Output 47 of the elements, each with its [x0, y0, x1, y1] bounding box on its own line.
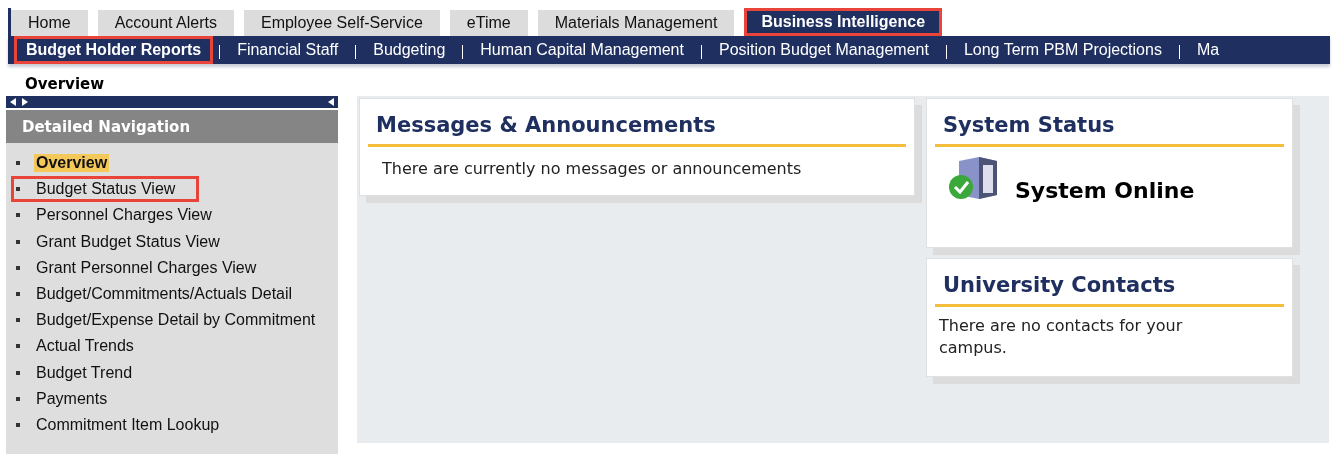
sub-nav-tab[interactable]: Financial Staff: [226, 36, 350, 64]
sub-nav-tab[interactable]: Ma: [1185, 36, 1231, 64]
bullet-icon: [16, 239, 20, 244]
sidebar-link[interactable]: Payments: [34, 389, 110, 408]
contacts-text: There are no contacts for your campus.: [938, 315, 1184, 359]
left-arrow-icon[interactable]: [328, 98, 334, 106]
nav-tab[interactable]: Employee Self-Service: [243, 10, 440, 36]
status-text: System Online: [1015, 178, 1195, 203]
scroll-bar[interactable]: [6, 96, 338, 108]
bullet-icon: [16, 422, 20, 427]
nav-tab[interactable]: Home: [11, 10, 88, 36]
sidebar-link[interactable]: Personnel Charges View: [34, 206, 214, 225]
message-text: There are currently no messages or announcements: [381, 158, 803, 180]
sidebar-link[interactable]: Grant Personnel Charges View: [34, 258, 259, 277]
bullet-icon: [16, 265, 20, 270]
bullet-icon: [16, 344, 20, 349]
sub-nav-tab[interactable]: Long Term PBM Projections: [952, 36, 1173, 64]
sidebar-link[interactable]: Commitment Item Lookup: [34, 415, 222, 434]
bullet-icon: [16, 396, 20, 401]
bullet-icon: [16, 161, 20, 166]
sidebar-header: Detailed Navigation: [6, 110, 338, 143]
nav-tab[interactable]: Business Intelligence: [744, 8, 943, 36]
sub-nav-tab[interactable]: Budget Holder Reports: [14, 36, 214, 64]
left-arrow-icon[interactable]: [10, 98, 16, 106]
sidebar-link[interactable]: Grant Budget Status View: [34, 232, 222, 251]
sidebar-link[interactable]: Budget/Commitments/Actuals Detail: [34, 285, 295, 304]
card-title: Messages & Announcements: [368, 109, 906, 147]
nav-tab[interactable]: Account Alerts: [97, 10, 234, 36]
nav-tab[interactable]: eTime: [449, 10, 528, 36]
sidebar-link[interactable]: Overview: [34, 154, 110, 173]
sidebar-link[interactable]: Budget/Expense Detail by Commitment: [34, 311, 318, 330]
card-title: University Contacts: [935, 269, 1284, 307]
sidebar-link[interactable]: Actual Trends: [34, 337, 136, 356]
bullet-icon: [16, 187, 20, 192]
sub-nav-tab[interactable]: Human Capital Management: [469, 36, 695, 64]
sub-nav-tab[interactable]: Position Budget Management: [707, 36, 940, 64]
right-arrow-icon[interactable]: [22, 98, 28, 106]
page-title: Overview: [25, 75, 106, 92]
bullet-icon: [16, 318, 20, 323]
nav-tab[interactable]: Materials Management: [537, 10, 735, 36]
bullet-icon: [16, 292, 20, 297]
sidebar-link[interactable]: Budget Trend: [34, 363, 135, 382]
bullet-icon: [16, 370, 20, 375]
sidebar-link[interactable]: Budget Status View: [34, 180, 178, 199]
bullet-icon: [16, 213, 20, 218]
sub-nav-tab[interactable]: Budgeting: [362, 36, 457, 64]
card-title: System Status: [935, 109, 1284, 147]
